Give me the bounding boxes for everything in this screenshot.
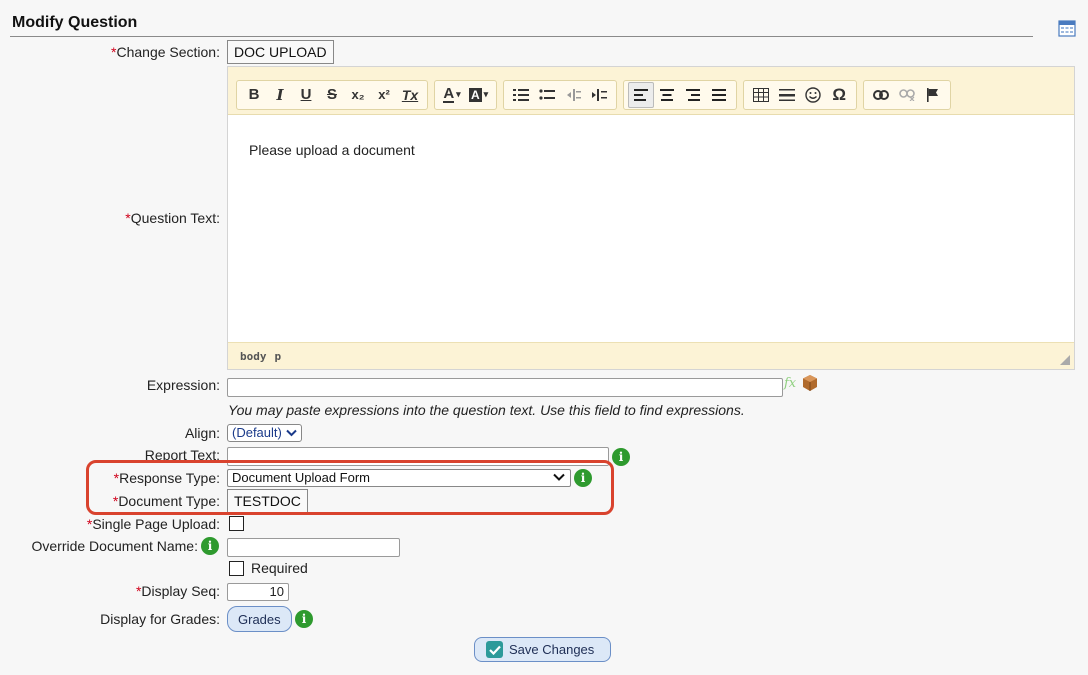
- expression-label: Expression:: [146, 377, 220, 393]
- question-text-editor[interactable]: B I U S x₂ x² Tx A ▾ A ▾ Ω Please upload…: [227, 66, 1075, 370]
- italic-button[interactable]: I: [267, 82, 293, 108]
- question-text-label: *Question Text:: [125, 210, 220, 226]
- unlink-icon[interactable]: [894, 82, 920, 108]
- outdent-icon[interactable]: [560, 82, 586, 108]
- editor-content-area[interactable]: Please upload a document: [228, 116, 1074, 343]
- change-section-value[interactable]: DOC UPLOAD: [227, 40, 334, 64]
- editor-toolbar: B I U S x₂ x² Tx A ▾ A ▾ Ω: [228, 67, 1074, 115]
- toolbar-group-color: A ▾ A ▾: [434, 79, 498, 110]
- grades-info-icon[interactable]: i: [295, 610, 313, 628]
- expression-hint: You may paste expressions into the quest…: [228, 402, 745, 418]
- change-section-label: *Change Section:: [111, 44, 220, 60]
- anchor-flag-icon[interactable]: [920, 82, 946, 108]
- clear-format-button[interactable]: Tx: [397, 82, 423, 108]
- toolbar-group-list: [503, 79, 618, 110]
- checkmark-icon: [486, 641, 503, 658]
- element-path-body[interactable]: body: [240, 350, 267, 363]
- package-icon[interactable]: [801, 374, 819, 392]
- align-left-icon[interactable]: [628, 81, 655, 108]
- toolbar-group-text: B I U S x₂ x² Tx: [236, 79, 428, 110]
- numbered-list-icon[interactable]: [508, 82, 534, 108]
- bold-button[interactable]: B: [241, 82, 267, 108]
- override-document-name-label: Override Document Name:: [31, 538, 198, 554]
- align-right-icon[interactable]: [680, 82, 706, 108]
- link-icon[interactable]: [868, 82, 894, 108]
- grades-button[interactable]: Grades: [227, 606, 292, 632]
- function-icon[interactable]: fx: [784, 376, 796, 391]
- toolbar-group-insert: Ω: [743, 79, 858, 110]
- align-center-icon[interactable]: [654, 82, 680, 108]
- toolbar-group-align: [623, 79, 738, 110]
- align-justify-icon[interactable]: [706, 82, 732, 108]
- underline-button[interactable]: U: [293, 82, 319, 108]
- indent-icon[interactable]: [586, 82, 612, 108]
- single-page-upload-label: *Single Page Upload:: [86, 516, 220, 532]
- display-seq-input[interactable]: 10: [227, 583, 289, 601]
- override-document-name-info-icon[interactable]: i: [201, 537, 219, 555]
- single-page-upload-checkbox[interactable]: [229, 516, 244, 531]
- required-checkbox[interactable]: [229, 561, 244, 576]
- editor-status-bar: body p: [228, 342, 1074, 369]
- question-text-content: Please upload a document: [249, 142, 415, 158]
- save-changes-button[interactable]: Save Changes: [474, 637, 611, 662]
- chevron-down-icon: [286, 429, 297, 437]
- align-label: Align:: [184, 425, 220, 441]
- required-label: Required: [251, 560, 308, 576]
- special-char-button[interactable]: Ω: [826, 82, 852, 108]
- title-divider: [10, 36, 1033, 37]
- font-color-button[interactable]: A ▾: [439, 82, 465, 108]
- display-seq-label: *Display Seq:: [135, 583, 220, 599]
- report-text-info-icon[interactable]: i: [612, 448, 630, 466]
- subscript-button[interactable]: x₂: [345, 82, 371, 108]
- save-changes-label: Save Changes: [509, 642, 595, 657]
- align-select[interactable]: (Default): [227, 424, 302, 442]
- highlight-box: [86, 460, 614, 515]
- calendar-icon[interactable]: [1057, 18, 1077, 38]
- horizontal-line-icon[interactable]: [774, 82, 800, 108]
- table-icon[interactable]: [748, 82, 774, 108]
- resize-handle-icon[interactable]: [1060, 355, 1070, 365]
- background-color-button[interactable]: A ▾: [465, 82, 492, 108]
- page-title: Modify Question: [12, 14, 138, 31]
- override-document-name-input[interactable]: [227, 538, 400, 557]
- display-for-grades-label: Display for Grades:: [100, 611, 220, 627]
- strikethrough-button[interactable]: S: [319, 82, 345, 108]
- bullet-list-icon[interactable]: [534, 82, 560, 108]
- smiley-icon[interactable]: [800, 82, 826, 108]
- superscript-button[interactable]: x²: [371, 82, 397, 108]
- toolbar-group-link: [863, 79, 952, 110]
- expression-input[interactable]: [227, 378, 783, 397]
- element-path-p[interactable]: p: [275, 350, 282, 363]
